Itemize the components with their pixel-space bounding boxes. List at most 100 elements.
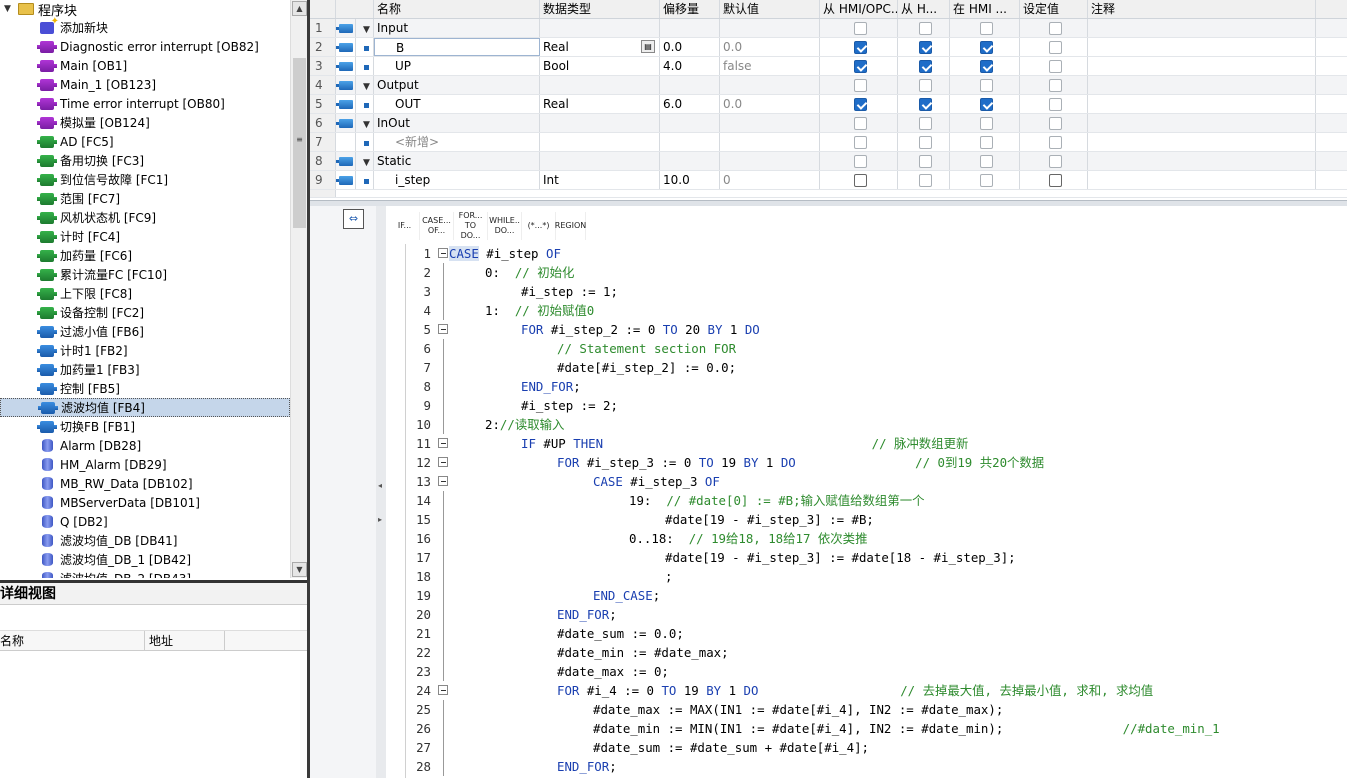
- tree-item[interactable]: Main [OB1]: [0, 56, 290, 75]
- checkbox[interactable]: [853, 98, 867, 111]
- row-comment[interactable]: [1088, 152, 1316, 170]
- row-default-value[interactable]: [720, 114, 820, 132]
- code-line[interactable]: 14 19: // #date[0] := #B;输入赋值给数组第一个: [406, 491, 1347, 510]
- code-line[interactable]: 7 #date[#i_step_2] := 0.0;: [406, 358, 1347, 377]
- interface-row[interactable]: 7 <新增>: [310, 133, 1347, 152]
- tree-item[interactable]: Q [DB2]: [0, 512, 290, 531]
- header-hmi-opc[interactable]: 从 HMI/OPC...: [820, 0, 898, 18]
- tree-item[interactable]: MBServerData [DB101]: [0, 493, 290, 512]
- code-line[interactable]: 11 IF #UP THEN // 脉冲数组更新: [406, 434, 1347, 453]
- header-offset[interactable]: 偏移量: [660, 0, 720, 18]
- tree-item[interactable]: 模拟量 [OB124]: [0, 113, 290, 132]
- tree-item[interactable]: 范围 [FC7]: [0, 189, 290, 208]
- expand-triangle-icon[interactable]: ▼: [359, 158, 370, 168]
- code-line[interactable]: 18;: [406, 567, 1347, 586]
- fold-toggle-icon[interactable]: [438, 457, 448, 467]
- code-line[interactable]: 3 #i_step := 1;: [406, 282, 1347, 301]
- tree-item[interactable]: Diagnostic error interrupt [OB82]: [0, 37, 290, 56]
- row-name[interactable]: UP: [374, 57, 540, 75]
- header-default[interactable]: 默认值: [720, 0, 820, 18]
- scroll-up-icon[interactable]: ▲: [292, 1, 307, 16]
- tree-item[interactable]: 到位信号故障 [FC1]: [0, 170, 290, 189]
- header-in-hmi[interactable]: 在 HMI ...: [950, 0, 1020, 18]
- row-data-type[interactable]: [540, 76, 660, 94]
- code-line[interactable]: 8 END_FOR;: [406, 377, 1347, 396]
- row-comment[interactable]: [1088, 171, 1316, 189]
- tree-item[interactable]: Main_1 [OB123]: [0, 75, 290, 94]
- code-line[interactable]: 6 // Statement section FOR: [406, 339, 1347, 358]
- tree-item[interactable]: 累计流量FC [FC10]: [0, 265, 290, 284]
- checkbox[interactable]: [979, 117, 993, 130]
- checkbox[interactable]: [979, 79, 993, 92]
- code-line[interactable]: 20 END_FOR;: [406, 605, 1347, 624]
- checkbox[interactable]: [918, 117, 932, 130]
- row-comment[interactable]: [1088, 57, 1316, 75]
- interface-row[interactable]: 6 ▼ InOut: [310, 114, 1347, 133]
- detail-col-name[interactable]: 名称: [0, 631, 145, 650]
- row-comment[interactable]: [1088, 133, 1316, 151]
- interface-row[interactable]: 9 i_step Int 10.0 0: [310, 171, 1347, 190]
- row-name[interactable]: <新增>: [374, 133, 540, 151]
- row-comment[interactable]: [1088, 38, 1316, 56]
- checkbox[interactable]: [853, 22, 867, 35]
- scl-code-editor[interactable]: 1 CASE #i_step OF 2 0: // 初始化 3 #i_step := 1;…: [405, 244, 1347, 778]
- scroll-down-icon[interactable]: ▼: [292, 562, 307, 577]
- code-line[interactable]: 21 #date_sum := 0.0;: [406, 624, 1347, 643]
- row-name[interactable]: Output: [374, 76, 540, 94]
- row-name[interactable]: OUT: [374, 95, 540, 113]
- detail-col-address[interactable]: 地址: [145, 631, 225, 650]
- fold-toggle-icon[interactable]: [438, 438, 448, 448]
- row-data-type[interactable]: [540, 19, 660, 37]
- fold-toggle-icon[interactable]: [438, 476, 448, 486]
- collapse-arrow-icon[interactable]: ▼: [4, 4, 18, 14]
- row-default-value[interactable]: 0: [720, 171, 820, 189]
- checkbox[interactable]: [853, 136, 867, 149]
- checkbox[interactable]: [1048, 22, 1062, 35]
- checkbox[interactable]: [853, 60, 867, 73]
- snippet-button[interactable]: CASE... OF...: [420, 212, 454, 240]
- tree-item[interactable]: 过滤小值 [FB6]: [0, 322, 290, 341]
- interface-row[interactable]: 1 ▼ Input: [310, 19, 1347, 38]
- row-data-type[interactable]: [540, 114, 660, 132]
- code-line[interactable]: 25 #date_max := MAX(IN1 := #date[#i_4], I…: [406, 700, 1347, 719]
- code-line[interactable]: 4 1: // 初始赋值0: [406, 301, 1347, 320]
- row-default-value[interactable]: [720, 19, 820, 37]
- code-line[interactable]: 26 #date_min := MIN(IN1 := #date[#i_4], I…: [406, 719, 1347, 738]
- row-expander-cell[interactable]: ▼: [356, 19, 374, 37]
- interface-row[interactable]: 3 UP Bool 4.0 false: [310, 57, 1347, 76]
- code-line[interactable]: 27 #date_sum := #date_sum + #date[#i_4];: [406, 738, 1347, 757]
- code-line[interactable]: 19 END_CASE;: [406, 586, 1347, 605]
- tree-item[interactable]: 加药量 [FC6]: [0, 246, 290, 265]
- row-default-value[interactable]: [720, 76, 820, 94]
- row-data-type[interactable]: [540, 152, 660, 170]
- tree-item[interactable]: AD [FC5]: [0, 132, 290, 151]
- code-line[interactable]: 9 #i_step := 2;: [406, 396, 1347, 415]
- code-line[interactable]: 13 CASE #i_step_3 OF: [406, 472, 1347, 491]
- checkbox[interactable]: [979, 174, 993, 187]
- tree-item[interactable]: 风机状态机 [FC9]: [0, 208, 290, 227]
- row-default-value[interactable]: 0.0: [720, 38, 820, 56]
- row-comment[interactable]: [1088, 76, 1316, 94]
- code-line[interactable]: 15 #date[19 - #i_step_3] := #B;: [406, 510, 1347, 529]
- checkbox[interactable]: [918, 22, 932, 35]
- tree-item[interactable]: 滤波均值_DB [DB41]: [0, 531, 290, 550]
- interface-row[interactable]: 8 ▼ Static: [310, 152, 1347, 171]
- row-comment[interactable]: [1088, 114, 1316, 132]
- tree-item[interactable]: 计时 [FC4]: [0, 227, 290, 246]
- tree-item[interactable]: 计时1 [FB2]: [0, 341, 290, 360]
- checkbox[interactable]: [853, 79, 867, 92]
- row-data-type[interactable]: [540, 133, 660, 151]
- row-default-value[interactable]: [720, 133, 820, 151]
- checkbox[interactable]: [979, 136, 993, 149]
- checkbox[interactable]: [1048, 117, 1062, 130]
- tree-item[interactable]: Time error interrupt [OB80]: [0, 94, 290, 113]
- collapse-expand-icon[interactable]: ⇔: [343, 209, 364, 229]
- checkbox[interactable]: [1048, 60, 1062, 73]
- expand-triangle-icon[interactable]: ▼: [359, 120, 370, 130]
- row-comment[interactable]: [1088, 95, 1316, 113]
- code-line[interactable]: 2 0: // 初始化: [406, 263, 1347, 282]
- tree-root-program-blocks[interactable]: ▼ 程序块: [0, 0, 290, 19]
- row-data-type[interactable]: Bool: [540, 57, 660, 75]
- tree-item[interactable]: 加药量1 [FB3]: [0, 360, 290, 379]
- tree-item[interactable]: 控制 [FB5]: [0, 379, 290, 398]
